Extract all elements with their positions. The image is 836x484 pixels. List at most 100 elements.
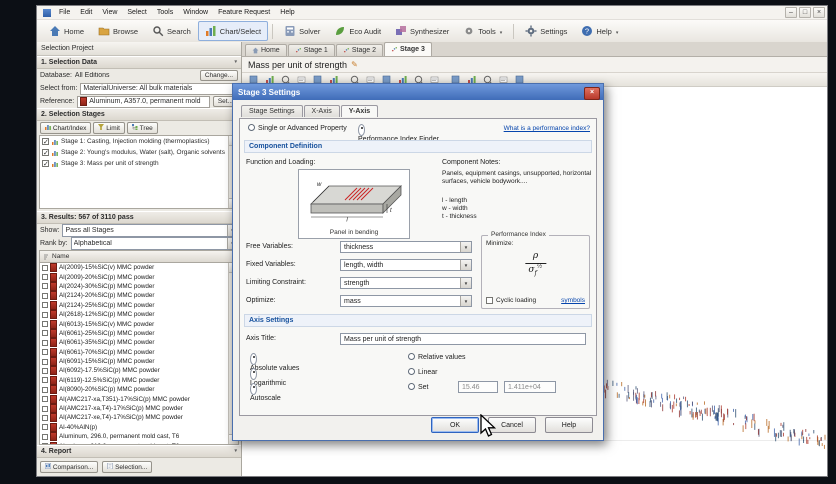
selection-report-button[interactable]: Selection...: [102, 461, 153, 473]
tree-button[interactable]: Tree: [126, 122, 158, 134]
material-checkbox[interactable]: [42, 377, 48, 384]
menu-help[interactable]: Help: [275, 8, 299, 17]
comparison-button[interactable]: Comparison...: [40, 461, 99, 473]
material-checkbox[interactable]: [42, 433, 48, 440]
toolbar-tools[interactable]: Tools: [456, 21, 509, 41]
cancel-button[interactable]: Cancel: [488, 417, 536, 433]
list-item[interactable]: Al(8090)-20%SiC(p) MMC powder: [40, 385, 229, 395]
toolbar-settings[interactable]: Settings: [518, 21, 574, 41]
list-item[interactable]: Aluminum, 296.0, permanent mold cast, T6: [40, 432, 229, 442]
change-database-button[interactable]: Change...: [199, 70, 238, 81]
free-variables-dropdown[interactable]: thickness ▼: [340, 241, 472, 253]
toolbar-chart-select[interactable]: Chart/Select: [197, 21, 269, 41]
tab-stage-1[interactable]: Stage 1: [287, 44, 335, 56]
list-item[interactable]: Al(AMC217-xa,T4)-17%SiC(p) MMC powder: [40, 404, 229, 414]
list-item[interactable]: Al(6061)-35%SiC(p) MMC powder: [40, 338, 229, 348]
tab-x-axis[interactable]: X-Axis: [303, 105, 340, 117]
chevron-down-icon[interactable]: ▼: [460, 260, 471, 270]
stage-row-2[interactable]: Stage 2: Young's modulus, Water (salt), …: [40, 147, 238, 158]
menu-view[interactable]: View: [97, 8, 122, 17]
function-image[interactable]: l w t Panel in bending: [298, 169, 410, 239]
material-checkbox[interactable]: [42, 367, 48, 374]
material-checkbox[interactable]: [42, 283, 48, 290]
axis-max-input[interactable]: 1.411e+04: [504, 381, 556, 393]
list-item[interactable]: Al(AMC217-xa,T351)-17%SiC(p) MMC powder: [40, 394, 229, 404]
help-button[interactable]: Help: [545, 417, 593, 433]
close-icon[interactable]: ×: [813, 7, 825, 18]
set-range-radio[interactable]: Set: [408, 383, 429, 391]
list-item[interactable]: Al(6092)-17.5%SiC(p) MMC powder: [40, 366, 229, 376]
dialog-title-bar[interactable]: Stage 3 Settings ×: [233, 84, 603, 100]
material-checkbox[interactable]: [42, 311, 48, 318]
rank-by-dropdown[interactable]: Alphabetical▼: [70, 237, 238, 250]
stage-checkbox[interactable]: [42, 138, 49, 146]
material-checkbox[interactable]: [42, 443, 48, 444]
limiting-constraint-dropdown[interactable]: strength ▼: [340, 277, 472, 289]
list-item[interactable]: Al(2124)-25%SiC(p) MMC powder: [40, 300, 229, 310]
list-item[interactable]: Al(2024)-30%SiC(p) MMC powder: [40, 281, 229, 291]
toolbar-solver[interactable]: Solver: [277, 21, 327, 41]
stage-checkbox[interactable]: [42, 160, 49, 168]
reference-value[interactable]: Aluminum, A357.0, permanent mold: [77, 95, 210, 108]
menu-select[interactable]: Select: [122, 8, 151, 17]
toolbar-help[interactable]: ? Help: [574, 21, 625, 41]
toolbar-browse[interactable]: Browse: [91, 21, 145, 41]
stage-row-3[interactable]: Stage 3: Mass per unit of strength: [40, 158, 238, 169]
list-item[interactable]: Al-40%AlN(p): [40, 422, 229, 432]
material-checkbox[interactable]: [42, 264, 48, 271]
chart-index-button[interactable]: Chart/Index: [40, 122, 92, 134]
autoscale-radio[interactable]: Autoscale: [250, 383, 281, 402]
material-checkbox[interactable]: [42, 302, 48, 309]
list-item[interactable]: Al(6119)-12.5%SiC(p) MMC powder: [40, 375, 229, 385]
stage-row-1[interactable]: Stage 1: Casting, Injection molding (the…: [40, 136, 238, 147]
edit-title-icon[interactable]: ✎: [351, 60, 358, 69]
menu-file[interactable]: File: [54, 8, 75, 17]
tab-stage-2[interactable]: Stage 2: [335, 44, 383, 56]
restore-icon[interactable]: □: [799, 7, 811, 18]
toolbar-search[interactable]: Search: [145, 21, 198, 41]
axis-min-input[interactable]: 15.46: [458, 381, 498, 393]
list-item[interactable]: Al(6061)-25%SiC(p) MMC powder: [40, 328, 229, 338]
select-from-value[interactable]: MaterialUniverse: All bulk materials: [80, 82, 238, 95]
tab-home[interactable]: Home: [245, 44, 287, 56]
section-selection-stages[interactable]: 2. Selection Stages: [37, 108, 241, 121]
list-item[interactable]: Al(6013)-15%SiC(v) MMC powder: [40, 319, 229, 329]
material-checkbox[interactable]: [42, 292, 48, 299]
limit-button[interactable]: Limit: [93, 122, 125, 134]
chevron-down-icon[interactable]: ▼: [460, 242, 471, 252]
material-checkbox[interactable]: [42, 386, 48, 393]
axis-title-input[interactable]: Mass per unit of strength: [340, 333, 586, 345]
tab-y-axis[interactable]: Y-Axis: [340, 105, 379, 117]
material-checkbox[interactable]: [42, 274, 48, 281]
linear-radio[interactable]: Linear: [408, 368, 437, 376]
section-selection-data[interactable]: 1. Selection Data: [37, 56, 241, 69]
toolbar-synthesizer[interactable]: Synthesizer: [388, 21, 456, 41]
list-item[interactable]: Al(AMC217-xe,T4)-17%SiC(p) MMC powder: [40, 413, 229, 423]
fixed-variables-dropdown[interactable]: length, width ▼: [340, 259, 472, 271]
list-item[interactable]: Al(2124)-20%SiC(p) MMC powder: [40, 291, 229, 301]
material-checkbox[interactable]: [42, 414, 48, 421]
relative-values-radio[interactable]: Relative values: [408, 353, 465, 361]
ok-button[interactable]: OK: [431, 417, 479, 433]
cyclic-loading-checkbox[interactable]: Cyclic loading: [486, 297, 536, 304]
material-checkbox[interactable]: [42, 349, 48, 356]
material-checkbox[interactable]: [42, 321, 48, 328]
show-dropdown[interactable]: Pass all Stages▼: [62, 224, 238, 237]
menu-window[interactable]: Window: [178, 8, 213, 17]
material-checkbox[interactable]: [42, 330, 48, 337]
single-property-radio[interactable]: Single or Advanced Property: [248, 124, 347, 132]
close-icon[interactable]: ×: [584, 86, 600, 100]
tab-stage-settings[interactable]: Stage Settings: [241, 105, 303, 117]
material-checkbox[interactable]: [42, 358, 48, 365]
menu-feature-request[interactable]: Feature Request: [213, 8, 275, 17]
minimize-icon[interactable]: –: [785, 7, 797, 18]
toolbar-home[interactable]: Home: [42, 21, 91, 41]
material-checkbox[interactable]: [42, 424, 48, 431]
tab-stage-3[interactable]: Stage 3: [383, 42, 432, 56]
list-item[interactable]: Al(2618)-12%SiC(p) MMC powder: [40, 310, 229, 320]
menu-edit[interactable]: Edit: [75, 8, 97, 17]
stage-checkbox[interactable]: [42, 149, 49, 157]
list-item[interactable]: Al(2009)-15%SiC(v) MMC powder: [40, 263, 229, 273]
material-checkbox[interactable]: [42, 405, 48, 412]
list-item[interactable]: Al(6061)-70%SiC(p) MMC powder: [40, 347, 229, 357]
